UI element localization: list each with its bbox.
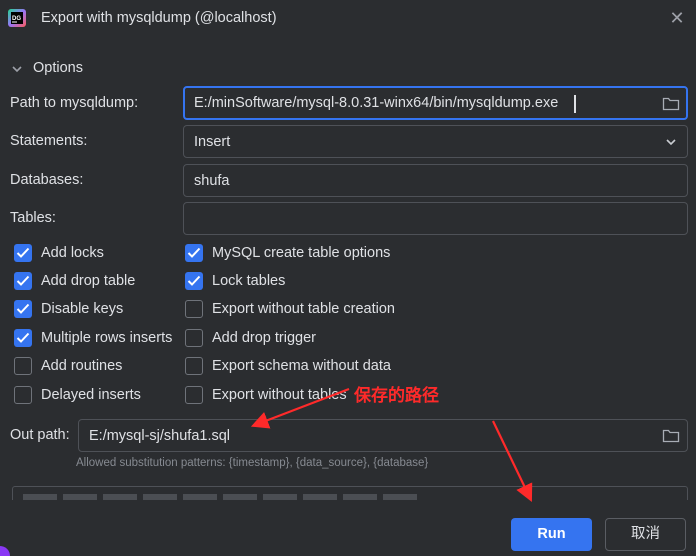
arrow-to-run xyxy=(492,420,533,502)
annotation-arrows xyxy=(250,387,533,502)
annotation-label: 保存的路径 xyxy=(354,386,439,405)
arrow-to-out-path xyxy=(250,387,350,429)
